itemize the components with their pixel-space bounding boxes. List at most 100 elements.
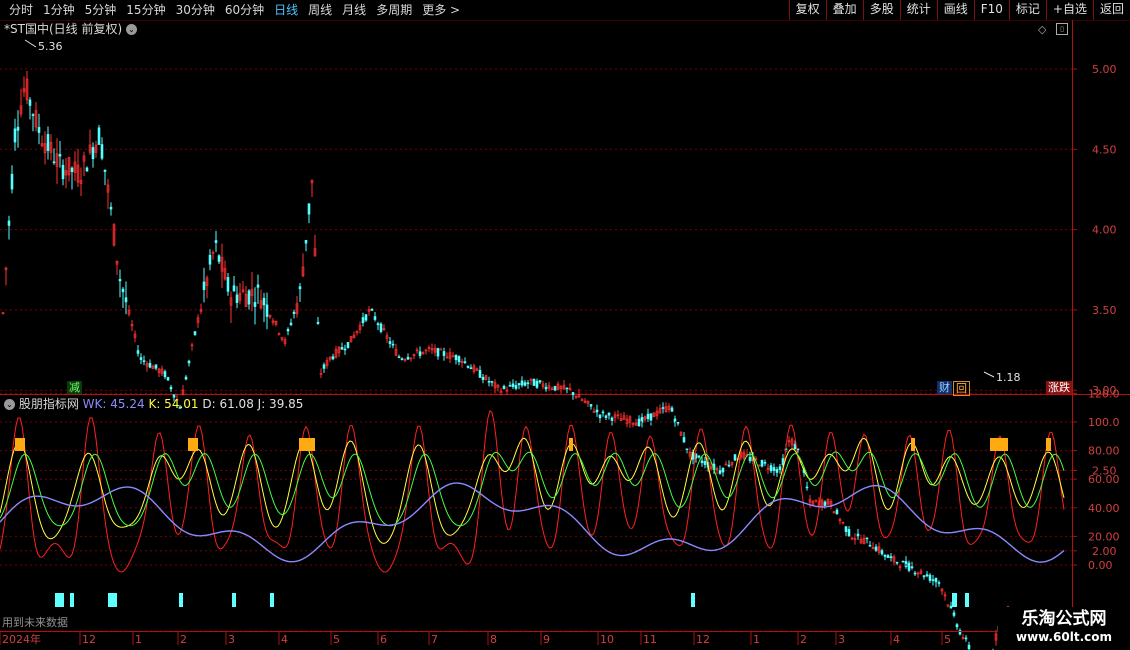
- price-tick-label: 2.00: [1092, 545, 1117, 558]
- candle-body: [214, 240, 218, 243]
- candle-body: [31, 114, 35, 116]
- candle-body: [100, 144, 104, 159]
- oversold-marker: [179, 593, 183, 607]
- candle-body: [346, 342, 350, 348]
- candle-body: [703, 461, 707, 465]
- candle-body: [58, 154, 62, 157]
- date-label: 12: [696, 633, 710, 646]
- d-value: D: 61.08: [202, 397, 254, 411]
- candle-body: [124, 297, 128, 303]
- candle-body: [454, 354, 458, 361]
- candle-body: [457, 356, 461, 363]
- candle-body: [316, 321, 320, 324]
- candle-body: [847, 529, 851, 537]
- candle-body: [637, 418, 641, 427]
- candle-body: [895, 561, 899, 564]
- candle-body: [85, 167, 89, 172]
- candle-body: [343, 348, 347, 351]
- candle-body: [262, 297, 266, 306]
- candle-body: [532, 378, 536, 386]
- candle-body: [121, 288, 125, 293]
- watermark-url: www.60lt.com: [1015, 630, 1113, 644]
- candle-body: [934, 578, 938, 583]
- candle-body: [775, 469, 779, 473]
- candle-body: [16, 126, 20, 131]
- price-tick-label: 4.00: [1092, 224, 1117, 237]
- candle-body: [487, 380, 491, 383]
- candle-body: [511, 383, 515, 387]
- candle-body: [436, 348, 440, 357]
- candle-body: [364, 314, 368, 321]
- buyback-badge[interactable]: 回: [953, 381, 970, 396]
- date-label: 5: [944, 633, 951, 646]
- candle-body: [46, 134, 50, 151]
- candle-body: [304, 239, 308, 244]
- candle-body: [589, 404, 593, 407]
- candle-body: [964, 637, 968, 640]
- overbought-marker: [299, 438, 315, 451]
- date-label: 4: [893, 633, 900, 646]
- candle-body: [508, 385, 512, 387]
- candle-body: [361, 317, 365, 324]
- candle-body: [649, 413, 653, 421]
- reduce-badge[interactable]: 减: [67, 381, 82, 394]
- candle-body: [949, 605, 953, 609]
- limit-badge[interactable]: 涨跌: [1046, 381, 1072, 394]
- candle-body: [922, 575, 926, 578]
- candle-body: [397, 356, 401, 359]
- candle-body: [163, 371, 167, 378]
- candle-body: [466, 365, 470, 368]
- candle-body: [406, 356, 410, 360]
- candle-body: [697, 455, 701, 458]
- candle-body: [193, 331, 197, 335]
- date-label: 2: [800, 633, 807, 646]
- candle-body: [28, 99, 32, 106]
- candle-body: [910, 566, 914, 569]
- candle-body: [379, 323, 383, 332]
- candle-body: [292, 311, 296, 314]
- date-label: 1: [135, 633, 142, 646]
- indicator-menu-icon[interactable]: ⌄: [4, 399, 15, 410]
- date-label: 5: [333, 633, 340, 646]
- candle-body: [217, 255, 221, 262]
- candle-body: [805, 486, 809, 489]
- oversold-marker: [70, 593, 74, 607]
- price-tick-label: 3.50: [1092, 304, 1117, 317]
- candle-body: [760, 459, 764, 467]
- candle-body: [796, 448, 800, 451]
- candle-body: [604, 415, 608, 418]
- candle-body: [526, 382, 530, 385]
- candle-body: [202, 281, 206, 291]
- candlestick-series: [1, 39, 1067, 650]
- candle-body: [502, 385, 506, 389]
- candle-body: [889, 556, 893, 559]
- indicator-tick-label: 60.00: [1088, 473, 1120, 486]
- oversold-marker: [108, 593, 117, 607]
- low-pointer: [983, 371, 995, 378]
- overbought-marker: [15, 438, 25, 451]
- candle-body: [154, 364, 158, 369]
- candle-body: [517, 383, 521, 386]
- candle-body: [187, 360, 191, 364]
- date-label: 1: [753, 633, 760, 646]
- indicator-tick-label: 100.0: [1088, 416, 1120, 429]
- indicator-tick-label: 80.00: [1088, 445, 1120, 458]
- candle-body: [661, 407, 665, 409]
- indicator-tick-label: 0.00: [1088, 559, 1113, 572]
- overbought-marker: [911, 438, 915, 451]
- candle-body: [400, 358, 404, 360]
- candle-body: [778, 466, 782, 470]
- candle-body: [544, 386, 548, 390]
- wk-value: WK: 45.24: [82, 397, 145, 411]
- candle-body: [139, 357, 143, 360]
- candle-body: [322, 364, 326, 369]
- d-line: [0, 451, 1065, 527]
- candle-body: [937, 582, 941, 584]
- candle-body: [148, 362, 152, 368]
- candle-body: [868, 545, 872, 547]
- candle-body: [70, 167, 74, 172]
- candle-body: [844, 526, 848, 532]
- finance-badge[interactable]: 财: [937, 381, 952, 394]
- candle-body: [286, 328, 290, 332]
- candle-body: [769, 465, 773, 472]
